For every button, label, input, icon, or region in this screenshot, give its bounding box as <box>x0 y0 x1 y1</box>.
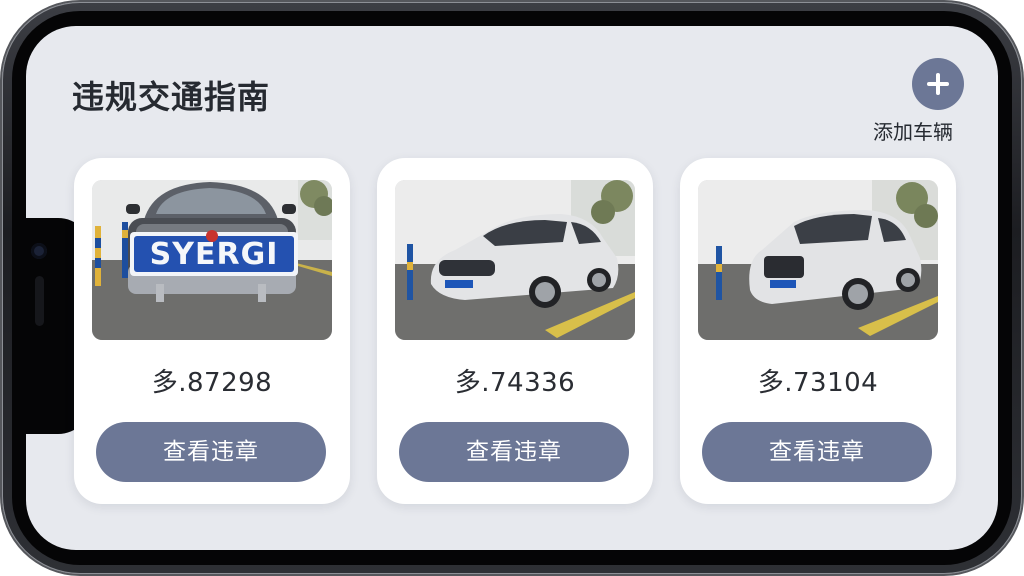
add-vehicle-label[interactable]: 添加车辆 <box>858 116 968 145</box>
view-violations-button[interactable]: 查看违章 <box>96 422 326 482</box>
license-plate-number: 多.87298 <box>151 368 273 398</box>
vehicle-card: SYERGI 多.87298 查看违章 <box>74 158 350 504</box>
vehicle-card: 多.73104 查看违章 <box>680 158 956 504</box>
car-front-image: SYERGI <box>92 180 332 340</box>
page-title: 违规交通指南 <box>72 78 271 116</box>
photo-plate-text: SYERGI <box>150 237 279 272</box>
license-plate-number: 多.73104 <box>757 368 879 398</box>
vehicle-photo <box>698 180 938 340</box>
car-suv-image <box>698 180 938 340</box>
add-vehicle-button[interactable] <box>912 58 964 110</box>
view-violations-button[interactable]: 查看违章 <box>399 422 629 482</box>
car-hatchback-image <box>395 180 635 340</box>
vehicle-photo <box>395 180 635 340</box>
vehicle-photo: SYERGI <box>92 180 332 340</box>
speaker-grille <box>35 276 44 326</box>
vehicle-card: 多.74336 查看违章 <box>377 158 653 504</box>
plus-icon <box>912 58 964 110</box>
license-plate-number: 多.74336 <box>454 368 576 398</box>
front-camera-icon <box>31 243 47 259</box>
view-violations-button[interactable]: 查看违章 <box>702 422 932 482</box>
